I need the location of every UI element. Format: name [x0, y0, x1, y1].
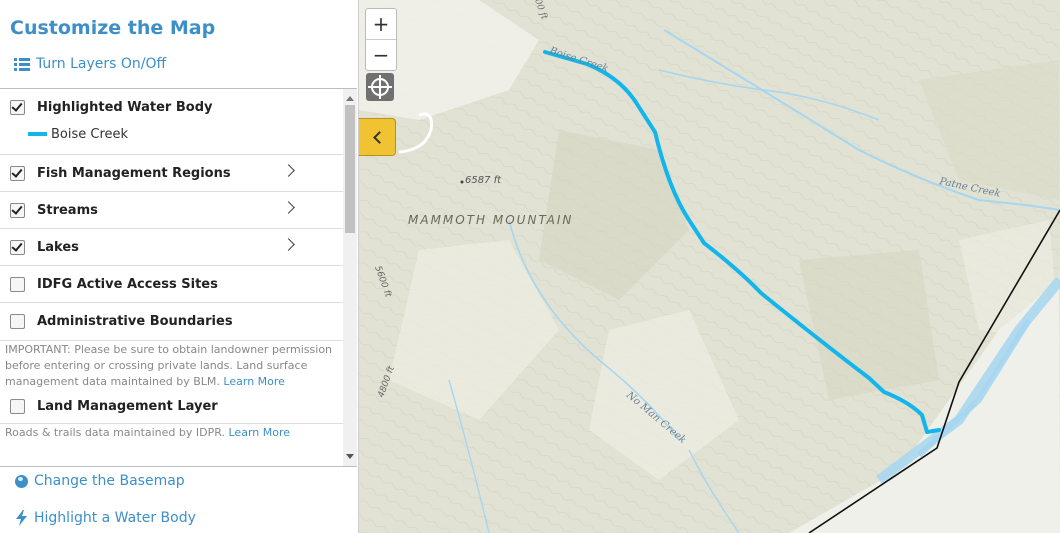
layer-fish-management-regions[interactable]: Fish Management Regions [0, 155, 343, 192]
customize-panel: Customize the Map Turn Layers On/Off Hig… [0, 0, 359, 533]
mountain-label: MAMMOTH MOUNTAIN [408, 213, 573, 227]
roads-note-text: Roads & trails data maintained by IDPR. [5, 426, 225, 439]
scroll-thumb[interactable] [345, 105, 355, 233]
layers-list: Highlighted Water Body Boise Creek Fish … [0, 88, 357, 467]
roads-note-link[interactable]: Learn More [229, 426, 291, 439]
list-icon [14, 57, 30, 71]
map-view[interactable]: MAMMOTH MOUNTAIN 6587 ft 5600 ft 4800 ft… [359, 0, 1060, 533]
land-note-link[interactable]: Learn More [223, 375, 285, 388]
line-swatch-icon [28, 132, 47, 136]
checkbox[interactable] [10, 100, 25, 115]
elevation-summit-label: 6587 ft [465, 175, 502, 186]
crosshair-icon [368, 75, 392, 99]
layer-highlighted-water-body[interactable]: Highlighted Water Body [0, 89, 343, 126]
layer-idfg-access-sites[interactable]: IDFG Active Access Sites [0, 266, 343, 303]
checkbox[interactable] [10, 202, 25, 218]
layer-land-management[interactable]: Land Management Layer [0, 390, 343, 423]
layer-label: Lakes [37, 239, 79, 255]
checkbox[interactable] [10, 276, 25, 292]
turn-layers-link[interactable]: Turn Layers On/Off [14, 56, 166, 72]
layer-label: Fish Management Regions [37, 165, 231, 181]
locate-button[interactable] [366, 73, 394, 101]
change-basemap-link[interactable]: Change the Basemap [15, 473, 185, 489]
legend-label: Boise Creek [51, 126, 129, 142]
layers-scrollbar[interactable] [343, 89, 357, 466]
highlight-water-body-label[interactable]: Highlight a Water Body [34, 510, 196, 526]
layer-label: Highlighted Water Body [37, 100, 213, 115]
layer-lakes[interactable]: Lakes [0, 229, 343, 266]
chevron-right-icon[interactable] [282, 238, 295, 251]
layer-streams[interactable]: Streams [0, 192, 343, 229]
layer-administrative-boundaries[interactable]: Administrative Boundaries [0, 303, 343, 340]
roads-note: Roads & trails data maintained by IDPR. … [0, 423, 343, 441]
checkbox[interactable] [10, 239, 25, 255]
zoom-control: + − [365, 8, 397, 71]
layer-label: Administrative Boundaries [37, 314, 233, 329]
layer-label: Streams [37, 202, 98, 218]
collapse-panel-button[interactable] [359, 118, 396, 156]
chevron-right-icon[interactable] [282, 164, 295, 177]
layer-label: Land Management Layer [37, 399, 218, 414]
lightning-icon [16, 510, 27, 526]
checkbox[interactable] [10, 314, 25, 329]
layer-label: IDFG Active Access Sites [37, 276, 218, 292]
turn-layers-label[interactable]: Turn Layers On/Off [36, 56, 166, 72]
highlight-water-body-link[interactable]: Highlight a Water Body [15, 510, 196, 526]
chevron-right-icon[interactable] [282, 201, 295, 214]
scroll-up-icon[interactable] [346, 96, 354, 101]
panel-title: Customize the Map [10, 17, 216, 39]
land-note: IMPORTANT: Please be sure to obtain land… [0, 340, 343, 390]
checkbox[interactable] [10, 399, 25, 414]
chevron-left-icon [372, 130, 386, 144]
zoom-out-button[interactable]: − [366, 39, 396, 70]
legend-item: Boise Creek [0, 122, 343, 155]
scroll-down-icon[interactable] [346, 454, 354, 459]
change-basemap-label[interactable]: Change the Basemap [34, 473, 185, 489]
topo-map[interactable]: MAMMOTH MOUNTAIN 6587 ft 5600 ft 4800 ft… [359, 0, 1060, 533]
globe-icon [15, 474, 28, 488]
checkbox[interactable] [10, 165, 25, 181]
zoom-in-button[interactable]: + [366, 9, 396, 39]
